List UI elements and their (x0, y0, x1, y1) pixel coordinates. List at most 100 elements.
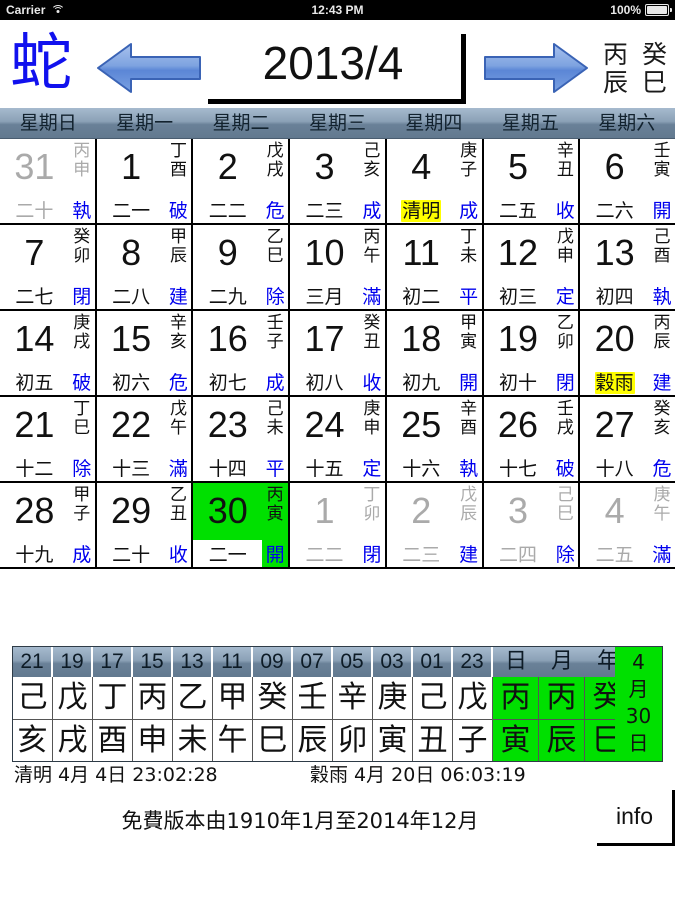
top-navigation-bar: 蛇 2013/4 丙 辰 癸 巳 (0, 20, 675, 108)
calendar-day-cell[interactable]: 31 丙申二十執 (0, 139, 97, 223)
calendar-day-cell[interactable]: 25 辛酉十六執 (387, 397, 484, 481)
hour-header-19[interactable]: 19 (53, 647, 93, 677)
day-stem: 甲 (460, 313, 478, 333)
twelve-officer: 閉 (555, 371, 575, 394)
lunar-date-label: 二四 (498, 543, 537, 566)
calendar-day-cell[interactable]: 4 庚午二五滿 (580, 483, 675, 567)
hour-header-21[interactable]: 21 (13, 647, 53, 677)
hour-branch-cell: 亥 (13, 719, 53, 761)
lunar-or-term: 初九 (387, 368, 456, 395)
day-branch: 寅 (266, 503, 284, 524)
calendar-day-cell[interactable]: 30 丙寅二一開 (193, 483, 291, 567)
calendar-day-cell[interactable]: 12 戊申初三定 (484, 225, 581, 309)
day-number: 2 (411, 490, 432, 531)
day-ganzhi: 戊午 (165, 397, 191, 437)
twelve-officer: 開 (652, 199, 672, 222)
day-branch: 卯 (73, 245, 91, 266)
day-branch: 卯 (556, 331, 574, 352)
calendar-day-cell[interactable]: 18 甲寅初九開 (387, 311, 484, 395)
lunar-date-label: 十三 (112, 457, 151, 480)
lunar-or-term: 初四 (580, 282, 649, 309)
calendar-day-cell[interactable]: 2 戊辰二三建 (387, 483, 484, 567)
calendar-day-cell[interactable]: 1 丁酉二一破 (97, 139, 194, 223)
day-stem: 丁 (363, 485, 381, 505)
previous-month-button[interactable] (95, 40, 203, 96)
hour-header-01[interactable]: 01 (413, 647, 453, 677)
day-cell-bottom: 二一破 (97, 196, 192, 222)
calendar-day-cell[interactable]: 17 癸丑初八收 (290, 311, 387, 395)
lunar-or-term: 二十 (0, 196, 69, 223)
calendar-day-cell[interactable]: 7 癸卯二七閉 (0, 225, 97, 309)
calendar-day-cell[interactable]: 8 甲辰二八建 (97, 225, 194, 309)
calendar-day-cell[interactable]: 23 己未十四平 (193, 397, 291, 481)
hour-branch-cell: 辰 (293, 719, 333, 761)
calendar-day-cell[interactable]: 1 丁卯二二閉 (290, 483, 387, 567)
day-cell-bottom: 十八危 (580, 454, 675, 480)
lunar-or-term: 三月 (290, 282, 359, 309)
calendar-day-cell[interactable]: 9 乙巳二九除 (193, 225, 291, 309)
calendar-day-cell[interactable]: 3 己亥二三成 (290, 139, 387, 223)
calendar-day-cell[interactable]: 3 己巳二四除 (484, 483, 581, 567)
hour-header-11[interactable]: 11 (213, 647, 253, 677)
hour-header-09[interactable]: 09 (253, 647, 293, 677)
calendar-day-cell[interactable]: 4 庚子清明成 (387, 139, 484, 223)
day-stem: 丙 (653, 313, 671, 333)
calendar-day-cell[interactable]: 26 壬戌十七破 (484, 397, 581, 481)
calendar-day-cell[interactable]: 2 戊戌二二危 (193, 139, 291, 223)
calendar-day-cell[interactable]: 16 壬子初七成 (193, 311, 291, 395)
solar-term-qingming: 清明 4月 4日 23:02:28 (14, 764, 218, 786)
calendar-day-cell[interactable]: 20 丙辰穀雨建 (580, 311, 675, 395)
info-button[interactable]: info (597, 790, 675, 846)
calendar-day-cell[interactable]: 22 戊午十三滿 (97, 397, 194, 481)
calendar-day-cell[interactable]: 27 癸亥十八危 (580, 397, 675, 481)
day-stem: 己 (653, 227, 671, 247)
day-cell-top: 3 己巳 (484, 483, 579, 540)
month-stem-label: 丙 (602, 40, 628, 69)
hour-stem-cell: 己 (413, 677, 453, 719)
lunar-date-label: 三月 (305, 285, 344, 308)
day-stem: 庚 (653, 485, 671, 505)
twelve-officer: 除 (555, 543, 575, 566)
calendar-day-cell[interactable]: 24 庚申十五定 (290, 397, 387, 481)
lunar-date-label: 二十 (15, 199, 54, 222)
day-ganzhi: 戊辰 (456, 483, 482, 523)
next-month-button[interactable] (482, 40, 590, 96)
hour-header-15[interactable]: 15 (133, 647, 173, 677)
hour-header-05[interactable]: 05 (333, 647, 373, 677)
hour-header-07[interactable]: 07 (293, 647, 333, 677)
calendar-day-cell[interactable]: 28 甲子十九成 (0, 483, 97, 567)
unit-branch-cell: 寅 (493, 719, 539, 761)
lunar-or-term: 穀雨 (580, 368, 649, 395)
calendar-day-cell[interactable]: 11 丁未初二平 (387, 225, 484, 309)
lunar-or-term: 二二 (193, 196, 262, 223)
hour-header-17[interactable]: 17 (93, 647, 133, 677)
hour-header-13[interactable]: 13 (173, 647, 213, 677)
calendar-day-cell[interactable]: 14 庚戌初五破 (0, 311, 97, 395)
day-cell-top: 15 辛亥 (97, 311, 192, 368)
calendar-day-cell[interactable]: 21 丁巳十二除 (0, 397, 97, 481)
day-cell-top: 17 癸丑 (290, 311, 385, 368)
day-number: 15 (111, 318, 152, 359)
calendar-day-cell[interactable]: 6 壬寅二六開 (580, 139, 675, 223)
hour-header-23[interactable]: 23 (453, 647, 493, 677)
selected-date-part: 4 (632, 650, 645, 674)
twelve-officer: 危 (652, 457, 672, 480)
calendar-day-cell[interactable]: 5 辛丑二五收 (484, 139, 581, 223)
day-number: 3 (507, 490, 528, 531)
day-ganzhi: 庚午 (649, 483, 675, 523)
left-arrow-icon (97, 43, 201, 93)
day-cell-bottom: 二二閉 (290, 540, 385, 566)
lunar-date-label: 初二 (402, 285, 441, 308)
day-stem: 壬 (266, 313, 284, 333)
calendar-day-cell[interactable]: 29 乙丑二十收 (97, 483, 194, 567)
day-stem: 庚 (363, 399, 381, 419)
day-ganzhi: 庚子 (456, 139, 482, 179)
calendar-day-cell[interactable]: 19 乙卯初十閉 (484, 311, 581, 395)
day-cell-top: 13 己酉 (580, 225, 675, 282)
calendar-day-cell[interactable]: 15 辛亥初六危 (97, 311, 194, 395)
hour-header-03[interactable]: 03 (373, 647, 413, 677)
calendar-day-cell[interactable]: 10 丙午三月滿 (290, 225, 387, 309)
day-stem: 辛 (460, 399, 478, 419)
lunar-date-label: 十七 (498, 457, 537, 480)
calendar-day-cell[interactable]: 13 己酉初四執 (580, 225, 675, 309)
